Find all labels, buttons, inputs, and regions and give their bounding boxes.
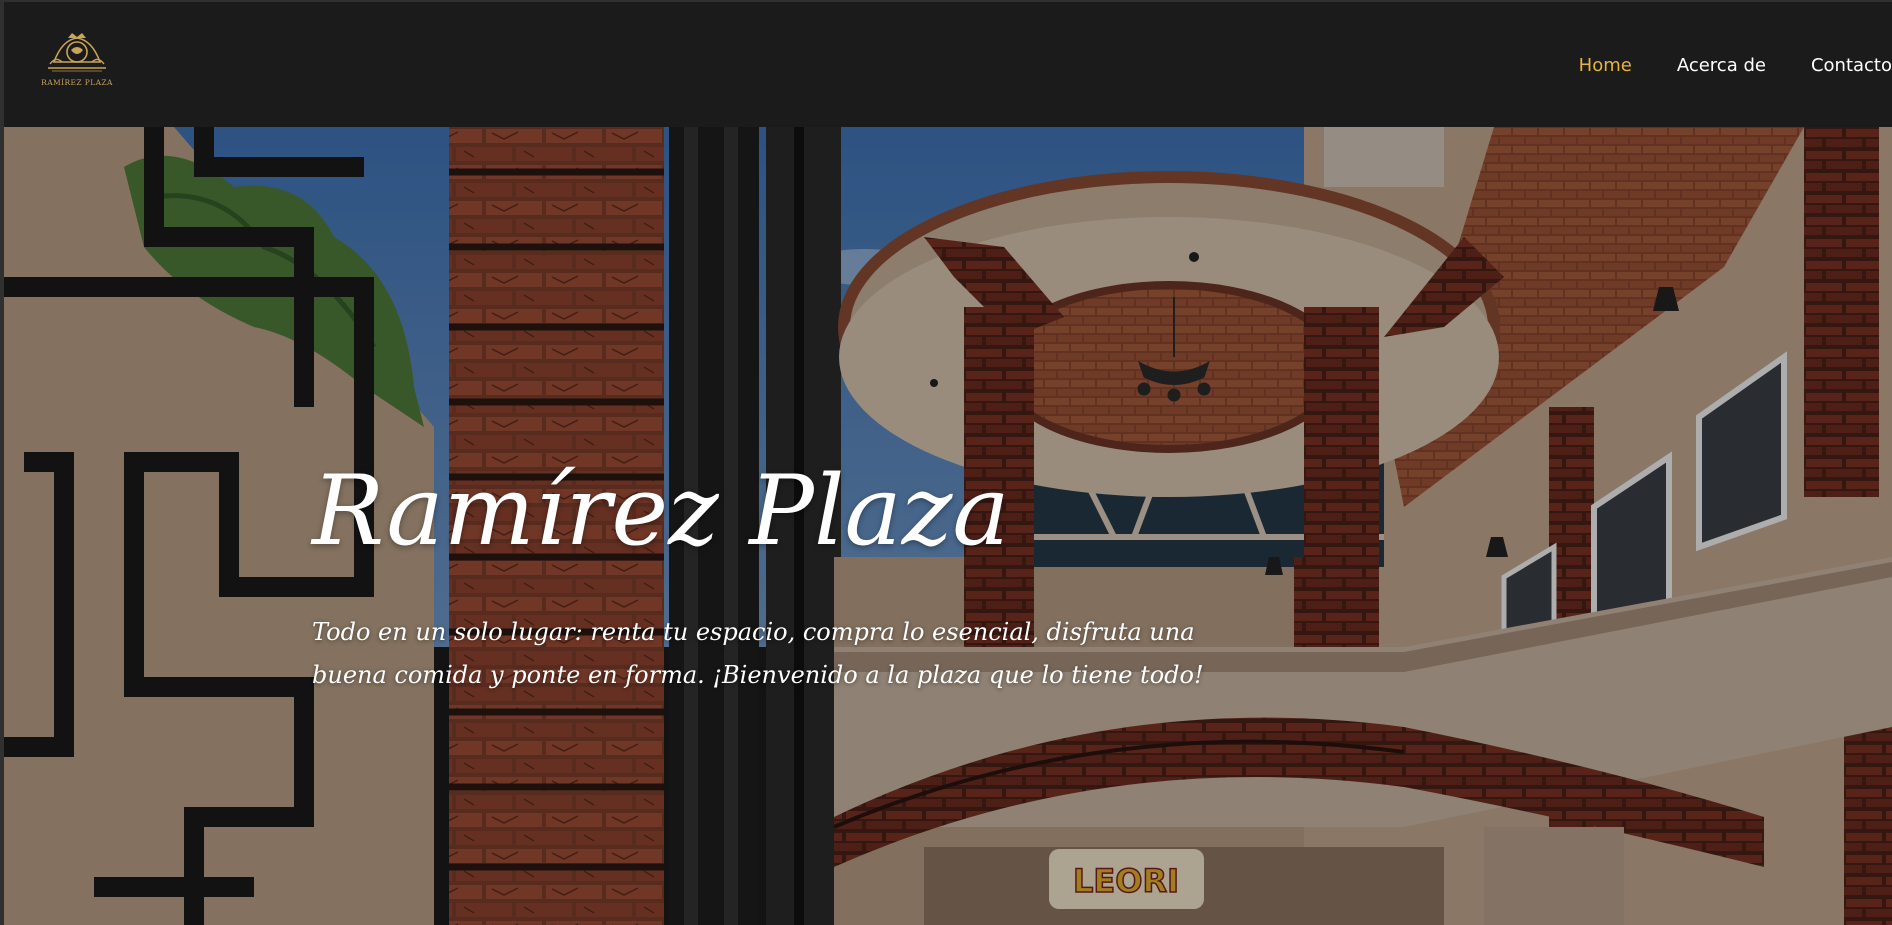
nav-about-link[interactable]: Acerca de [1677,55,1766,76]
hero-title: Ramírez Plaza [312,455,1010,567]
nav-contact-link[interactable]: Contacto [1811,55,1892,76]
main-nav: Home Acerca de Contacto [1534,53,1892,77]
navbar: RAMÍREZ PLAZA Home Acerca de Contacto [4,2,1892,127]
nav-home-link[interactable]: Home [1579,55,1632,76]
page: RAMÍREZ PLAZA Home Acerca de Contacto LE… [4,2,1892,925]
hero-section: LEORI Ramírez Plaza Todo en un solo luga… [4,127,1892,925]
logo[interactable]: RAMÍREZ PLAZA [36,32,118,90]
logo-text: RAMÍREZ PLAZA [41,78,113,87]
hero-subtitle: Todo en un solo lugar: renta tu espacio,… [312,618,1204,689]
crest-icon [48,33,106,72]
browser-frame: RAMÍREZ PLAZA Home Acerca de Contacto LE… [0,0,1892,925]
